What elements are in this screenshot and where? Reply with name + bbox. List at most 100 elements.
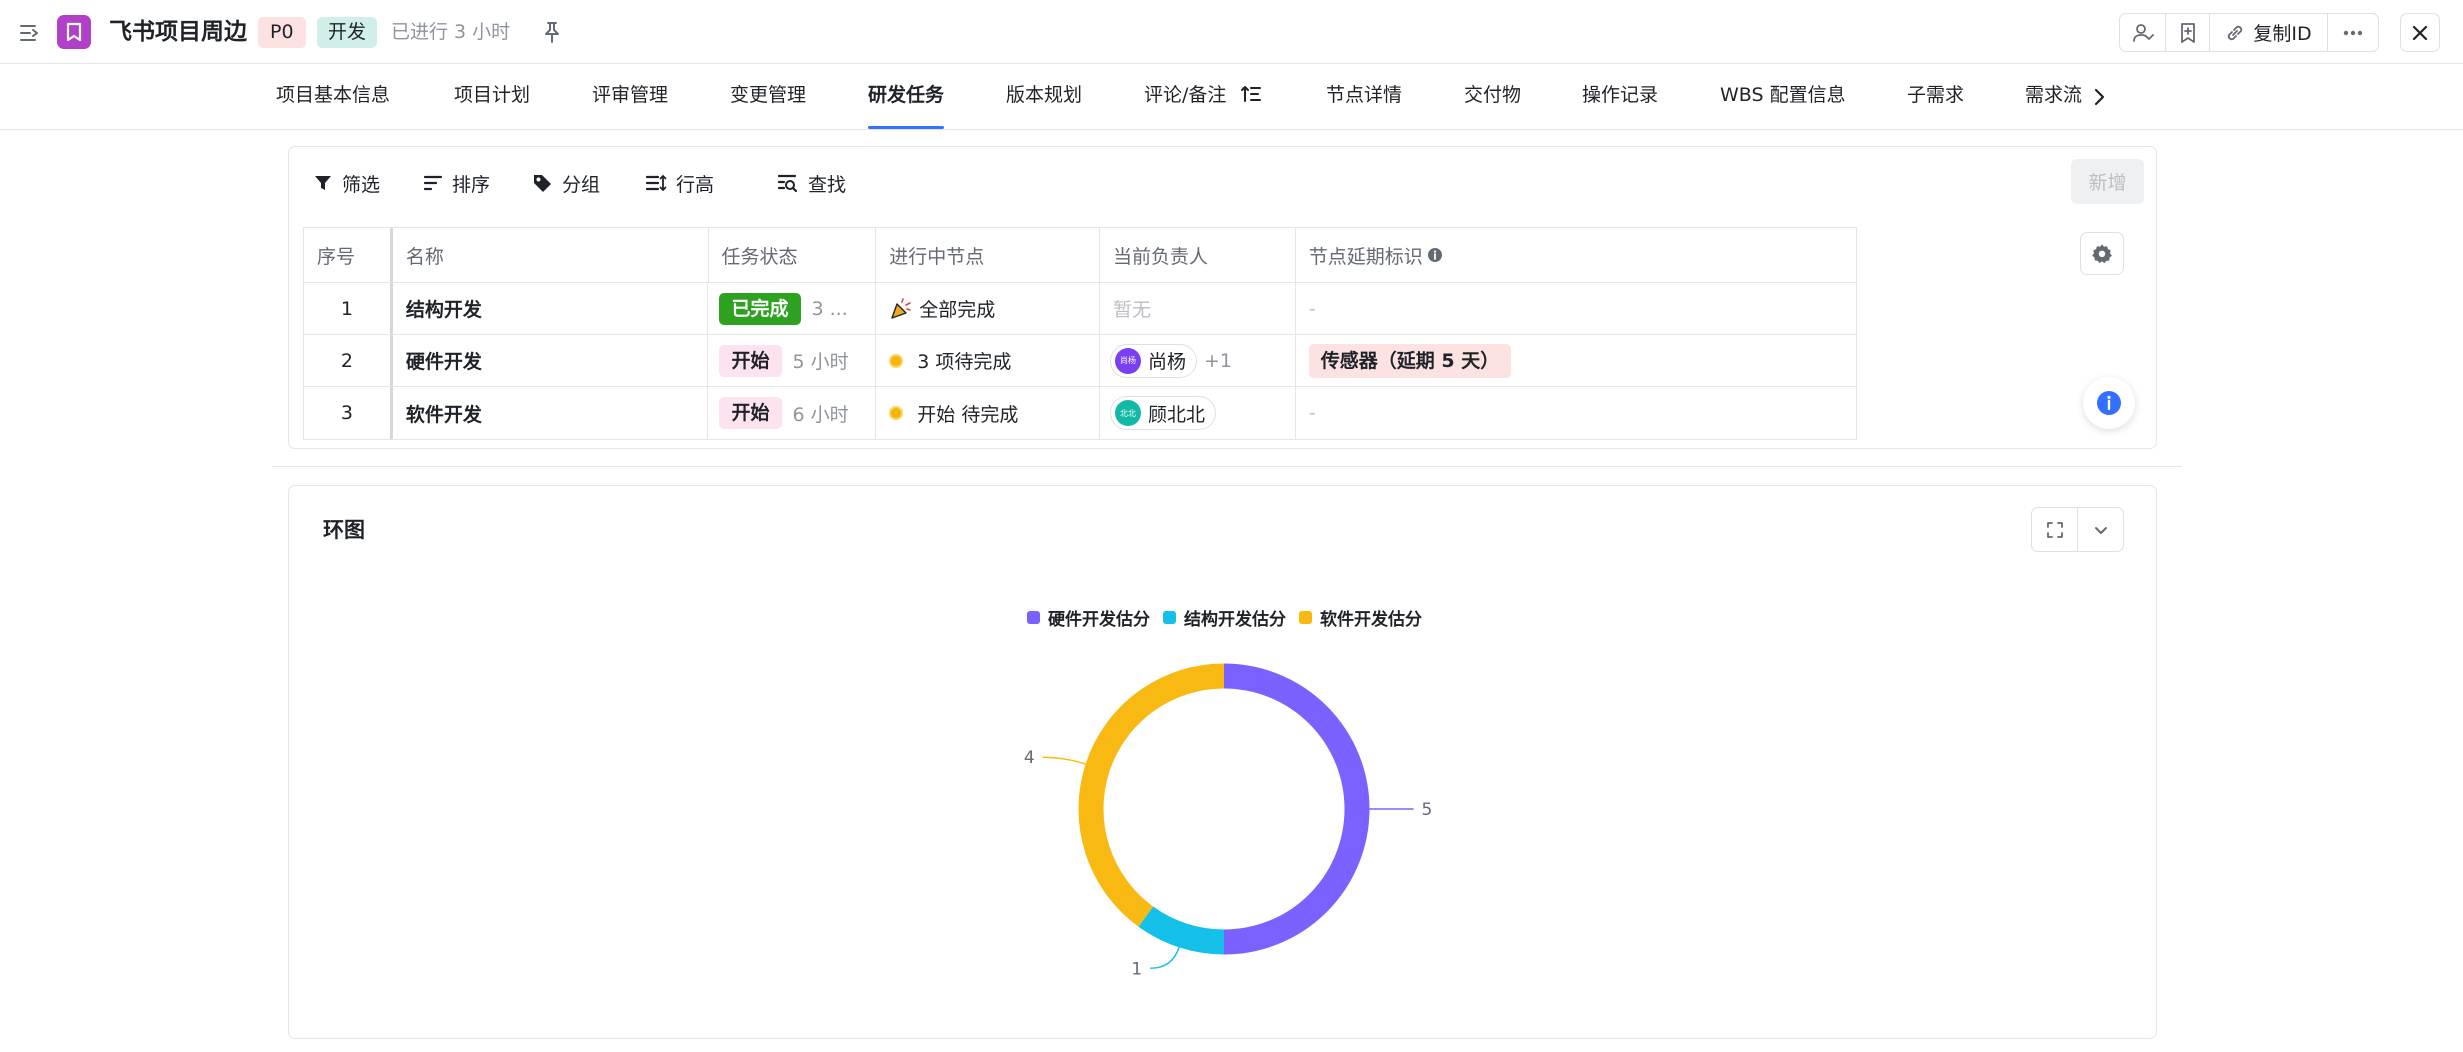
row-height-label: 行高: [676, 173, 715, 196]
sidebar-toggle-icon[interactable]: [18, 20, 44, 46]
row-node[interactable]: 3 项待完成: [876, 335, 1100, 386]
tab-comments-label: 评论/备注: [1144, 84, 1227, 106]
row-status[interactable]: 开始 5 小时: [708, 335, 877, 386]
row-owner[interactable]: 北北 顾北北: [1100, 387, 1296, 439]
tab-deliverables[interactable]: 交付物: [1464, 64, 1521, 129]
copy-id-button[interactable]: 复制ID: [2210, 14, 2328, 51]
row-node[interactable]: 全部完成: [876, 283, 1100, 334]
col-header-delay-label: 节点延期标识: [1308, 245, 1423, 268]
donut-slice[interactable]: [1138, 906, 1225, 955]
app-logo-icon: [57, 15, 91, 49]
owner-extra-count[interactable]: +1: [1204, 350, 1232, 372]
add-button[interactable]: 新增: [2071, 159, 2144, 204]
owner-name: 顾北北: [1148, 403, 1206, 426]
row-index: 3: [304, 387, 393, 439]
tab-comments[interactable]: 评论/备注: [1144, 64, 1262, 129]
donut-value-label: 1: [1131, 959, 1142, 979]
close-icon: [2412, 25, 2428, 40]
row-node[interactable]: 开始 待完成: [876, 387, 1100, 439]
project-title: 飞书项目周边: [109, 19, 247, 45]
more-button[interactable]: [2328, 14, 2378, 51]
col-header-status[interactable]: 任务状态: [709, 228, 877, 282]
more-icon: [2343, 30, 2363, 35]
tab-basic-info[interactable]: 项目基本信息: [276, 64, 390, 129]
user-chip[interactable]: 尚杨 尚杨: [1110, 343, 1198, 378]
delay-empty: -: [1308, 297, 1316, 320]
owner-name: 尚杨: [1148, 351, 1187, 373]
node-label: 3 项待完成: [917, 351, 1012, 373]
pending-dot-icon: [889, 406, 904, 420]
avatar: 北北: [1115, 400, 1141, 426]
row-name[interactable]: 结构开发: [393, 283, 709, 334]
priority-badge: P0: [258, 17, 306, 48]
pending-dot-icon: [889, 353, 904, 368]
bookmark-add-icon: [2180, 22, 2195, 43]
pin-icon[interactable]: [541, 20, 563, 44]
row-owner[interactable]: 尚杨 尚杨 +1: [1100, 335, 1296, 386]
row-status[interactable]: 已完成 3 ...: [708, 283, 877, 334]
tab-project-plan[interactable]: 项目计划: [454, 64, 530, 129]
filter-button[interactable]: 筛选: [313, 167, 380, 199]
row-height-button[interactable]: 行高: [645, 167, 714, 199]
tab-operation-log[interactable]: 操作记录: [1582, 64, 1658, 129]
status-badge: 开始: [719, 344, 782, 377]
col-header-node[interactable]: 进行中节点: [876, 228, 1101, 282]
close-button[interactable]: [2400, 13, 2440, 52]
sort-button[interactable]: 排序: [423, 167, 490, 199]
bookmark-button[interactable]: [2166, 14, 2210, 51]
row-delay: 传感器（延期 5 天）: [1296, 335, 1856, 386]
tab-wbs-config[interactable]: WBS 配置信息: [1720, 64, 1846, 129]
members-button[interactable]: [2120, 14, 2166, 51]
tab-dev-tasks[interactable]: 研发任务: [868, 64, 945, 129]
tabs-scroll-right-icon[interactable]: [2088, 84, 2110, 110]
col-header-delay[interactable]: 节点延期标识: [1296, 228, 1856, 282]
owner-empty: 暂无: [1113, 299, 1152, 321]
avatar: 尚杨: [1115, 347, 1141, 374]
info-float-button[interactable]: [2083, 377, 2135, 429]
party-popper-icon: [891, 297, 912, 319]
filter-icon: [315, 176, 331, 190]
row-index: 1: [304, 283, 393, 334]
tab-requirement-flow[interactable]: 需求流: [2025, 64, 2083, 129]
status-duration: 6 小时: [792, 403, 849, 426]
find-button[interactable]: 查找: [777, 167, 846, 199]
table-row[interactable]: 3 软件开发 开始 6 小时 开始 待完成 北北 顾北北 -: [304, 387, 1856, 439]
col-header-owner[interactable]: 当前负责人: [1100, 228, 1296, 282]
sort-asc-icon: [1241, 86, 1262, 102]
row-height-icon: [645, 174, 667, 192]
donut-slice[interactable]: [1223, 663, 1370, 955]
donut-slice[interactable]: [1078, 663, 1225, 927]
row-name[interactable]: 软件开发: [393, 387, 709, 439]
filter-label: 筛选: [342, 173, 381, 196]
tab-sub-requirements[interactable]: 子需求: [1907, 64, 1964, 129]
table-row[interactable]: 2 硬件开发 开始 5 小时 3 项待完成 尚杨 尚杨 +1 传感器（延期 5 …: [304, 335, 1856, 387]
col-header-name[interactable]: 名称: [393, 228, 709, 282]
delay-tag[interactable]: 传感器（延期 5 天）: [1308, 343, 1512, 378]
tab-version-plan[interactable]: 版本规划: [1006, 64, 1082, 129]
table-row[interactable]: 1 结构开发 已完成 3 ... 全部完成 暂无 -: [304, 283, 1856, 335]
row-name[interactable]: 硬件开发: [393, 335, 709, 386]
status-badge: 开始: [719, 397, 782, 429]
section-divider: [272, 466, 2182, 467]
row-status[interactable]: 开始 6 小时: [708, 387, 877, 439]
donut-value-label: 4: [1024, 748, 1035, 768]
tab-review[interactable]: 评审管理: [592, 64, 668, 129]
group-label: 分组: [562, 173, 601, 196]
tab-node-detail[interactable]: 节点详情: [1326, 64, 1402, 129]
donut-value-label: 5: [1422, 800, 1433, 820]
row-delay: -: [1296, 387, 1856, 439]
delay-empty: -: [1308, 402, 1316, 424]
info-icon[interactable]: [1427, 247, 1443, 263]
table-header-row: 序号 名称 任务状态 进行中节点 当前负责人 节点延期标识: [304, 228, 1856, 283]
group-button[interactable]: 分组: [531, 167, 600, 199]
table-settings-button[interactable]: [2080, 232, 2124, 275]
row-owner[interactable]: 暂无: [1100, 283, 1296, 334]
tab-change[interactable]: 变更管理: [730, 64, 806, 129]
user-chip[interactable]: 北北 顾北北: [1110, 396, 1217, 430]
status-duration: 5 小时: [792, 351, 849, 373]
stage-badge: 开发: [317, 17, 378, 48]
col-header-index[interactable]: 序号: [304, 228, 393, 282]
row-index: 2: [304, 335, 393, 386]
top-header: 飞书项目周边 P0 开发 已进行 3 小时 复制ID: [0, 0, 2463, 64]
tab-bar: 项目基本信息 项目计划 评审管理 变更管理 研发任务 版本规划 评论/备注 节点…: [0, 64, 2463, 130]
